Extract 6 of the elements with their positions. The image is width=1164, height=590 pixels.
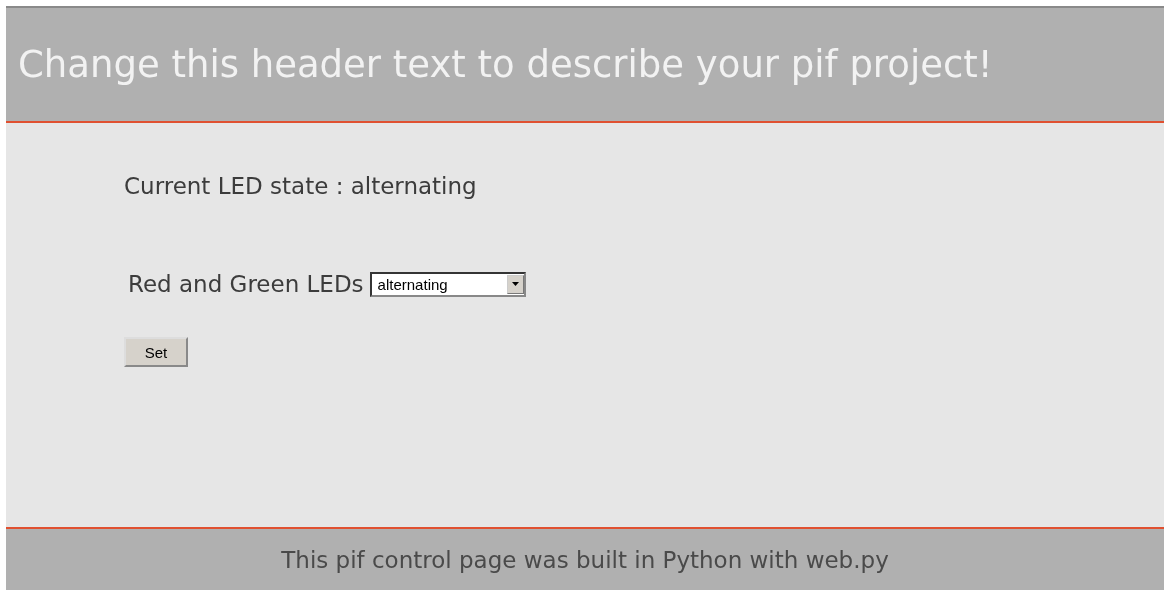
footer-text: This pif control page was built in Python with web.py [281,546,889,573]
led-dropdown[interactable]: alternating [369,271,526,297]
led-label: Red and Green LEDs [128,271,364,297]
led-state-text: Current LED state : alternating [124,173,478,199]
page-title: Change this header text to describe your pif project! [18,43,993,86]
set-button[interactable]: Set [124,337,188,367]
